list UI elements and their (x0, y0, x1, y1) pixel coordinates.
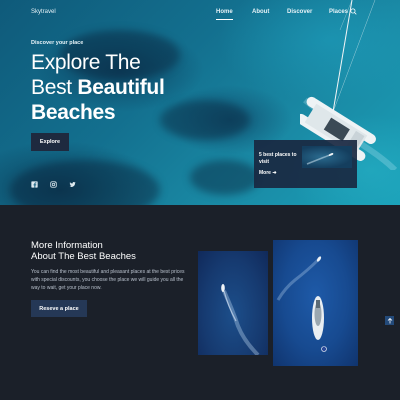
arrow-right-icon: ➜ (272, 170, 277, 176)
info-description: You can find the most beautiful and plea… (31, 269, 185, 291)
info-title-line-1: More Information (31, 240, 103, 251)
card-more-link[interactable]: More ➜ (259, 170, 277, 176)
scroll-top-button[interactable] (385, 316, 394, 325)
hero-headline: Explore The Best Beautiful Beaches (31, 50, 165, 125)
speedboat-image (221, 284, 260, 355)
instagram-icon[interactable] (50, 181, 57, 188)
card-title: 5 best places to visit (259, 152, 297, 165)
info-title-line-2: About The Best Beaches (31, 251, 136, 262)
facebook-icon[interactable] (31, 181, 38, 188)
hero-section: Skytravel Home About Discover Places Dis… (0, 0, 400, 205)
yacht-image (276, 256, 327, 352)
explore-button[interactable]: Explore (31, 133, 69, 151)
reserve-button[interactable]: Reseve a place (31, 300, 87, 317)
places-card[interactable]: 5 best places to visit More ➜ (254, 140, 357, 188)
card-thumbnail (302, 146, 352, 168)
hero-eyebrow: Discover your place (31, 40, 84, 46)
info-section: More Information About The Best Beaches … (0, 205, 400, 400)
nav-home[interactable]: Home (216, 9, 233, 20)
boat-thumbnail-icon (306, 153, 334, 165)
headline-line-2-regular: Best (31, 76, 78, 99)
boat-photo-1 (198, 251, 268, 355)
boat-photo-2 (273, 240, 358, 366)
nav-about[interactable]: About (252, 9, 269, 15)
card-more-label: More (259, 170, 271, 176)
twitter-icon[interactable] (69, 181, 76, 188)
info-title: More Information About The Best Beaches (31, 240, 191, 262)
arrow-up-icon (387, 317, 392, 323)
headline-line-2-bold: Beautiful (77, 76, 165, 99)
headline-line-3-bold: Beaches (31, 101, 116, 124)
headline-line-1: Explore The (31, 51, 141, 74)
